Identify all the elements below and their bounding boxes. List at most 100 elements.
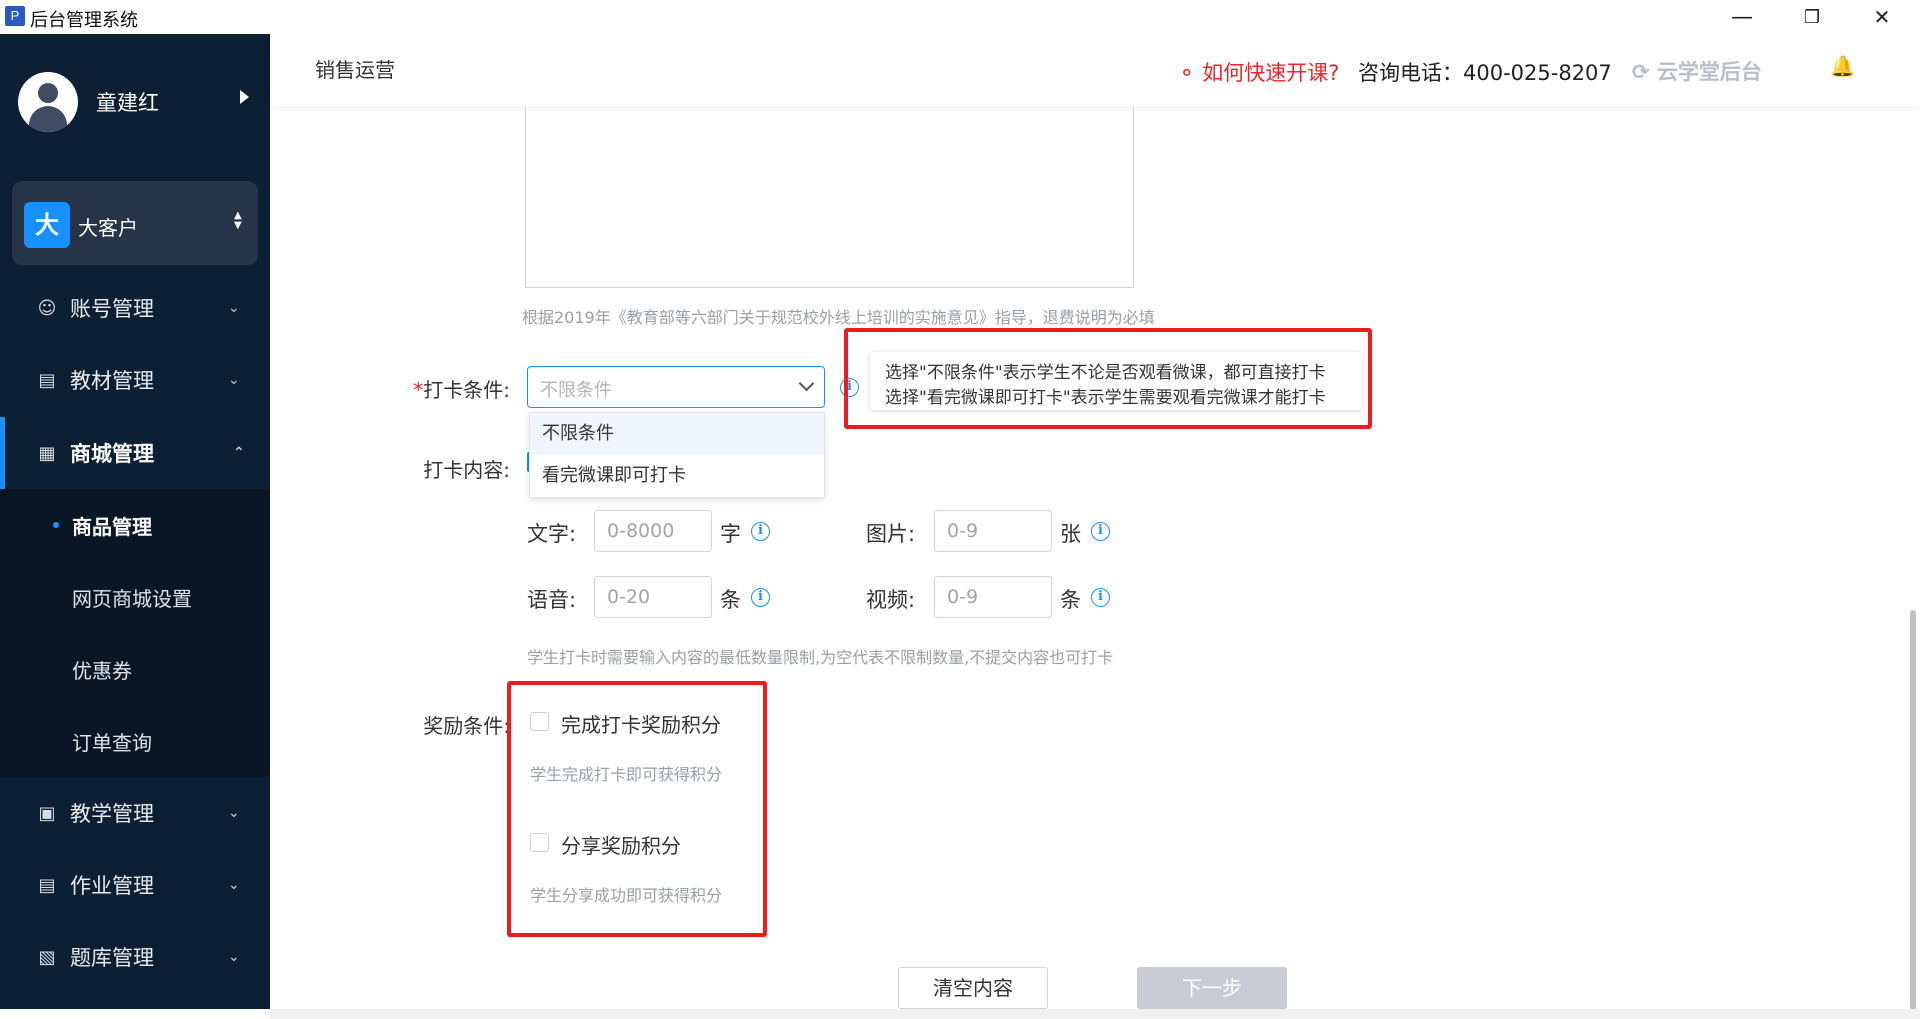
- input-placeholder: 0-8000: [607, 520, 675, 542]
- sidebar: 童建红 大 大客户 ▲ ▼ ☺ 账号管理 ⌄ ▤ 教材管理 ⌄ ▦ 商城管理 ⌃ …: [0, 34, 270, 1009]
- reward-checkin-label[interactable]: 完成打卡奖励积分: [561, 709, 721, 738]
- chevron-down-icon: ⌄: [228, 300, 240, 316]
- video-limit-label: 视频:: [866, 588, 916, 612]
- chevron-down-icon: ⌄: [228, 372, 240, 388]
- voice-limit-label: 语音:: [527, 588, 577, 612]
- book-icon: ▤: [38, 369, 56, 391]
- refund-hint: 根据2019年《教育部等六部门关于规范校外线上培训的实施意见》指导，退费说明为必…: [522, 308, 1155, 327]
- input-placeholder: 0-9: [947, 520, 979, 542]
- chevron-up-icon: ⌃: [233, 445, 245, 461]
- checkin-condition-dropdown: 不限条件 看完微课即可打卡: [529, 412, 825, 498]
- question-bank-icon: ▧: [38, 946, 56, 968]
- shop-icon: ▦: [38, 442, 56, 464]
- refresh-icon: ⟳: [1632, 60, 1650, 84]
- reward-share-label[interactable]: 分享奖励积分: [561, 830, 681, 859]
- org-badge: 大: [24, 202, 70, 248]
- user-icon: ☺: [37, 297, 57, 319]
- image-unit: 张: [1060, 522, 1081, 546]
- text-limit-label: 文字:: [527, 522, 577, 546]
- sidebar-subitem-web-shop-settings[interactable]: 网页商城设置: [0, 561, 270, 633]
- select-placeholder: 不限条件: [540, 380, 612, 401]
- tooltip-line-1: 选择"不限条件"表示学生不论是否观看微课，都可直接打卡: [885, 363, 1326, 383]
- input-placeholder: 0-9: [947, 586, 979, 608]
- sidebar-subitem-label: 网页商城设置: [72, 586, 192, 611]
- sidebar-item-teaching[interactable]: ▣ 教学管理 ⌄: [0, 777, 270, 849]
- sidebar-item-label: 教材管理: [70, 369, 154, 393]
- consult-phone: 咨询电话：400-025-8207: [1358, 61, 1612, 85]
- sidebar-subitem-label: 优惠券: [72, 658, 132, 683]
- reward-checkin-checkbox[interactable]: [530, 712, 549, 731]
- teaching-icon: ▣: [38, 802, 56, 824]
- sidebar-subitem-coupons[interactable]: 优惠券: [0, 633, 270, 705]
- brand-logo: ⟳ 云学堂后台: [1632, 56, 1762, 86]
- vertical-scrollbar[interactable]: [1910, 610, 1916, 1010]
- sidebar-item-homework[interactable]: ▤ 作业管理 ⌄: [0, 849, 270, 921]
- sidebar-subitem-orders[interactable]: 订单查询: [0, 705, 270, 777]
- restore-button[interactable]: ❐: [1792, 2, 1832, 32]
- app-icon: P: [5, 6, 25, 26]
- org-switcher[interactable]: 大 大客户 ▲ ▼: [12, 181, 258, 265]
- sidebar-item-shop[interactable]: ▦ 商城管理 ⌃: [0, 417, 270, 489]
- main-content: 根据2019年《教育部等六部门关于规范校外线上培训的实施意见》指导，退费说明为必…: [270, 106, 1920, 1009]
- sidebar-subitem-label: 商品管理: [72, 514, 152, 539]
- sidebar-subitem-label: 订单查询: [72, 730, 152, 755]
- sidebar-item-textbook[interactable]: ▤ 教材管理 ⌄: [0, 344, 270, 416]
- reward-checkin-hint: 学生完成打卡即可获得积分: [530, 765, 723, 784]
- sidebar-subitem-products[interactable]: 商品管理: [0, 489, 270, 561]
- clear-content-button[interactable]: 清空内容: [898, 967, 1048, 1009]
- tooltip-line-2: 选择"看完微课即可打卡"表示学生需要观看完微课才能打卡: [885, 388, 1326, 408]
- sidebar-item-account[interactable]: ☺ 账号管理 ⌄: [0, 272, 270, 344]
- voice-limit-input[interactable]: 0-20: [594, 576, 712, 618]
- sidebar-item-label: 商城管理: [70, 442, 154, 466]
- window-title: 后台管理系统: [30, 10, 138, 31]
- sidebar-item-label: 教学管理: [70, 802, 154, 826]
- image-limit-input[interactable]: 0-9: [934, 510, 1052, 552]
- video-unit: 条: [1060, 588, 1081, 612]
- org-name: 大客户: [78, 216, 138, 240]
- text-unit: 字: [720, 522, 741, 546]
- brand-name: 云学堂后台: [1656, 60, 1762, 84]
- checkin-condition-label: *打卡条件:: [370, 374, 510, 403]
- switch-arrows-icon: ▲ ▼: [234, 210, 242, 231]
- text-limit-input[interactable]: 0-8000: [594, 510, 712, 552]
- checkin-content-label: 打卡内容:: [423, 458, 510, 482]
- flame-icon: ⚬: [1178, 61, 1196, 85]
- info-icon[interactable]: i: [751, 588, 770, 607]
- next-step-button[interactable]: 下一步: [1137, 967, 1287, 1009]
- quick-start-link[interactable]: ⚬ 如何快速开课?: [1178, 57, 1339, 87]
- active-dot-icon: [53, 522, 59, 528]
- info-icon[interactable]: i: [1091, 522, 1110, 541]
- dropdown-option[interactable]: 不限条件: [530, 413, 824, 455]
- bell-icon[interactable]: 🔔: [1830, 54, 1855, 78]
- homework-icon: ▤: [38, 874, 56, 896]
- chevron-down-icon: ⌄: [228, 877, 240, 893]
- user-profile[interactable]: 童建红: [18, 72, 159, 132]
- avatar: [18, 72, 78, 132]
- sidebar-item-question-bank[interactable]: ▧ 题库管理 ⌄: [0, 921, 270, 993]
- content-hint: 学生打卡时需要输入内容的最低数量限制,为空代表不限制数量,不提交内容也可打卡: [527, 648, 1114, 667]
- user-menu-arrow-icon[interactable]: [240, 90, 249, 104]
- condition-tooltip: 选择"不限条件"表示学生不论是否观看微课，都可直接打卡 选择"看完微课即可打卡"…: [870, 352, 1362, 410]
- close-button[interactable]: ✕: [1862, 2, 1902, 32]
- window-titlebar: P 后台管理系统 — ❐ ✕: [0, 0, 1920, 34]
- image-limit-label: 图片:: [866, 522, 916, 546]
- dropdown-option[interactable]: 看完微课即可打卡: [530, 455, 824, 497]
- chevron-down-icon: [798, 375, 815, 392]
- reward-share-hint: 学生分享成功即可获得积分: [530, 886, 723, 905]
- quick-start-label: 如何快速开课?: [1202, 61, 1340, 85]
- voice-unit: 条: [720, 588, 741, 612]
- checkin-condition-select[interactable]: 不限条件: [527, 366, 825, 408]
- sidebar-item-label: 作业管理: [70, 874, 154, 898]
- reward-condition-label: 奖励条件:: [423, 714, 510, 738]
- info-icon[interactable]: i: [1091, 588, 1110, 607]
- bottom-scroll-track: [270, 1009, 1920, 1019]
- video-limit-input[interactable]: 0-9: [934, 576, 1052, 618]
- minimize-button[interactable]: —: [1722, 2, 1762, 32]
- sidebar-item-label: 账号管理: [70, 297, 154, 321]
- reward-share-checkbox[interactable]: [530, 833, 549, 852]
- user-name: 童建红: [96, 91, 159, 115]
- info-icon[interactable]: i: [751, 522, 770, 541]
- refund-description-textarea[interactable]: [525, 106, 1134, 288]
- page-title: 销售运营: [315, 58, 395, 82]
- sidebar-item-label: 题库管理: [70, 946, 154, 970]
